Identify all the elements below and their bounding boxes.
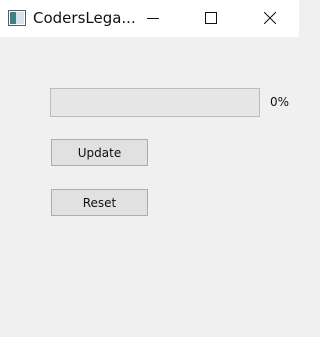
update-button[interactable]: Update	[51, 139, 148, 166]
maximize-button[interactable]	[188, 0, 234, 37]
progress-bar	[50, 88, 260, 117]
close-icon	[263, 9, 277, 28]
app-icon	[8, 10, 26, 26]
title-bar[interactable]: CodersLega...	[0, 0, 299, 37]
minimize-icon	[147, 9, 159, 28]
minimize-button[interactable]	[130, 0, 176, 37]
window-title: CodersLega...	[33, 9, 136, 27]
maximize-icon	[205, 9, 217, 28]
progress-percent-label: 0%	[270, 95, 290, 109]
close-button[interactable]	[247, 0, 293, 37]
reset-button[interactable]: Reset	[51, 189, 148, 216]
